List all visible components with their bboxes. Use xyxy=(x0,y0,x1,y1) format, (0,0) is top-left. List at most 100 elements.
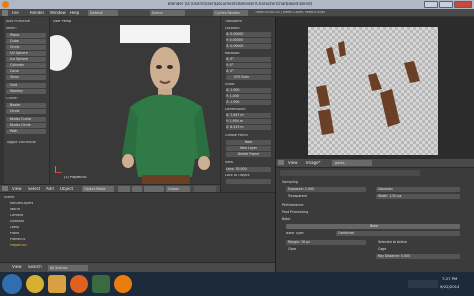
clear-checkbox[interactable]: Clear xyxy=(286,247,366,252)
layout-selector[interactable]: Default xyxy=(88,10,118,16)
new-layer-button[interactable]: New Layer xyxy=(226,146,271,151)
delete-frame-button[interactable]: Delete Frame xyxy=(226,152,271,157)
outliner-menu-search[interactable]: Search xyxy=(28,265,42,269)
sampling-panel-header[interactable]: Sampling xyxy=(282,179,468,185)
info-editor-icon[interactable] xyxy=(2,10,8,16)
scale-y-field[interactable]: Y: 1.000 xyxy=(226,94,271,99)
menu-view[interactable]: View xyxy=(12,187,22,191)
rotation-mode-selector[interactable]: XYZ Euler xyxy=(226,75,271,80)
add-uv-sphere-button[interactable]: UV Sphere xyxy=(6,51,46,56)
menu-help[interactable]: Help xyxy=(70,11,79,15)
firefox-icon[interactable] xyxy=(70,275,88,293)
add-monkey-button[interactable]: Monkey xyxy=(6,89,46,94)
menu-render[interactable]: Render xyxy=(30,11,44,15)
outliner-row-world[interactable]: World xyxy=(10,208,20,211)
start-button-icon[interactable] xyxy=(2,274,22,294)
add-ico-sphere-button[interactable]: Ico Sphere xyxy=(6,57,46,62)
add-cone-button[interactable]: Cone xyxy=(6,69,46,74)
menu-object[interactable]: Object xyxy=(60,187,73,191)
rotation-z-field[interactable]: Z: 0° xyxy=(226,69,271,74)
clock-date[interactable]: 9/22/2014 xyxy=(440,285,459,289)
outliner-row-eyeballs[interactable]: Eyeballs xyxy=(10,220,24,223)
post-processing-panel-header[interactable]: Post Processing xyxy=(282,209,468,215)
filter-width-field[interactable]: Width: 1.50 px xyxy=(376,194,460,199)
add-curve-circle-button[interactable]: Circle xyxy=(6,109,46,114)
outliner-row-lamp[interactable]: Lamp xyxy=(10,226,19,229)
outliner-row-scene[interactable]: Scene xyxy=(4,196,14,199)
uv-image-editor[interactable] xyxy=(276,17,474,159)
bake-button[interactable]: Bake xyxy=(286,224,460,229)
location-y-field[interactable]: Y: 0.00000 xyxy=(226,38,271,43)
minimize-button[interactable] xyxy=(424,1,438,8)
outliner-display-mode[interactable]: All Scenes xyxy=(48,265,88,271)
scale-z-field[interactable]: Z: 1.000 xyxy=(226,100,271,105)
view-heading[interactable]: View xyxy=(225,161,233,164)
outliner-menu-view[interactable]: View xyxy=(12,265,22,269)
outliner-row-plane[interactable]: Plane xyxy=(10,232,19,235)
menu-add[interactable]: Add xyxy=(46,187,54,191)
image-editor-type-icon[interactable] xyxy=(278,160,284,165)
add-cylinder-button[interactable]: Cylinder xyxy=(6,63,46,68)
menu-file[interactable]: File xyxy=(12,11,19,15)
performance-panel-header[interactable]: Performance xyxy=(282,202,468,208)
filter-type-selector[interactable]: Gaussian xyxy=(376,187,460,192)
tab-strip[interactable] xyxy=(0,17,4,189)
margin-field[interactable]: Margin: 16 px xyxy=(286,240,366,245)
rotation-x-field[interactable]: X: 0° xyxy=(226,57,271,62)
lock-to-object-field[interactable] xyxy=(226,179,271,184)
exposure-field[interactable]: Exposure: 1.000 xyxy=(286,187,366,192)
tray-icons[interactable] xyxy=(408,280,438,288)
grease-pencil-new-button[interactable]: New xyxy=(226,140,271,145)
scale-x-field[interactable]: X: 1.000 xyxy=(226,88,271,93)
render-engine-selector[interactable]: Cycles Render xyxy=(213,10,248,16)
location-z-field[interactable]: Z: 0.00000 xyxy=(226,44,271,49)
scene-selector[interactable]: Scene xyxy=(150,10,185,16)
toggle-editmode-operator[interactable]: Toggle Editmode xyxy=(6,141,36,145)
add-nurbs-curve-button[interactable]: Nurbs Curve xyxy=(6,117,46,122)
bake-panel-header[interactable]: Bake xyxy=(282,216,468,222)
pinned-app-icon[interactable] xyxy=(92,275,110,293)
3d-viewport[interactable]: User Persp (1) Player001 xyxy=(50,17,220,184)
render-engine-value: Cycles Render xyxy=(215,11,240,15)
character-model[interactable] xyxy=(120,37,220,184)
add-cube-button[interactable]: Cube xyxy=(6,39,46,44)
outliner-row-renderlayers[interactable]: RenderLayers xyxy=(10,202,33,205)
grease-pencil-heading[interactable]: Grease Pencil xyxy=(225,134,248,137)
bake-type-selector[interactable]: Combined xyxy=(336,231,460,236)
add-grid-button[interactable]: Grid xyxy=(6,83,46,88)
menu-window[interactable]: Window xyxy=(50,11,66,15)
file-explorer-icon[interactable] xyxy=(48,275,66,293)
transparent-checkbox[interactable]: Transparent xyxy=(286,194,366,199)
image-selector[interactable]: pants xyxy=(332,160,372,166)
dimension-x-field[interactable]: X: 7.847 m xyxy=(226,113,271,118)
editor-type-icon[interactable] xyxy=(2,186,8,191)
outliner-row-plane001[interactable]: Plane001 xyxy=(10,238,26,241)
menu-select[interactable]: Select xyxy=(28,187,40,191)
image-menu-view[interactable]: View xyxy=(288,161,298,165)
add-path-button[interactable]: Path xyxy=(6,129,46,134)
add-circle-button[interactable]: Circle xyxy=(6,45,46,50)
location-x-field[interactable]: X: 0.00000 xyxy=(226,32,271,37)
clock-time[interactable]: 7:27 PM xyxy=(442,277,457,281)
outliner-row-player001[interactable]: Player001 xyxy=(10,244,27,247)
outliner-row-camera[interactable]: Camera xyxy=(10,214,23,217)
add-torus-button[interactable]: Torus xyxy=(6,75,46,80)
maximize-button[interactable] xyxy=(439,1,453,8)
lock-to-object-label: Lock to Object: xyxy=(225,174,251,177)
add-bezier-button[interactable]: Bezier xyxy=(6,103,46,108)
add-plane-button[interactable]: Plane xyxy=(6,33,46,38)
ray-distance-field[interactable]: Ray Distance: 0.000 xyxy=(376,254,460,259)
dimension-z-field[interactable]: Z: 8.513 m xyxy=(226,125,271,130)
add-nurbs-circle-button[interactable]: Nurbs Circle xyxy=(6,123,46,128)
selected-to-active-checkbox[interactable]: Selected to Active xyxy=(376,240,460,245)
image-menu-image[interactable]: Image* xyxy=(306,161,321,165)
close-button[interactable] xyxy=(454,1,472,8)
rotation-y-field[interactable]: Y: 0° xyxy=(226,63,271,68)
dimension-y-field[interactable]: Y: 1.954 m xyxy=(226,119,271,124)
properties-tabs[interactable] xyxy=(280,170,420,176)
cage-checkbox[interactable]: Cage xyxy=(376,247,460,252)
chrome-icon[interactable] xyxy=(26,275,44,293)
lens-field[interactable]: Lens: 35.000 xyxy=(226,167,271,172)
blender-taskbar-icon[interactable] xyxy=(114,275,132,293)
circle-object[interactable] xyxy=(50,35,72,71)
